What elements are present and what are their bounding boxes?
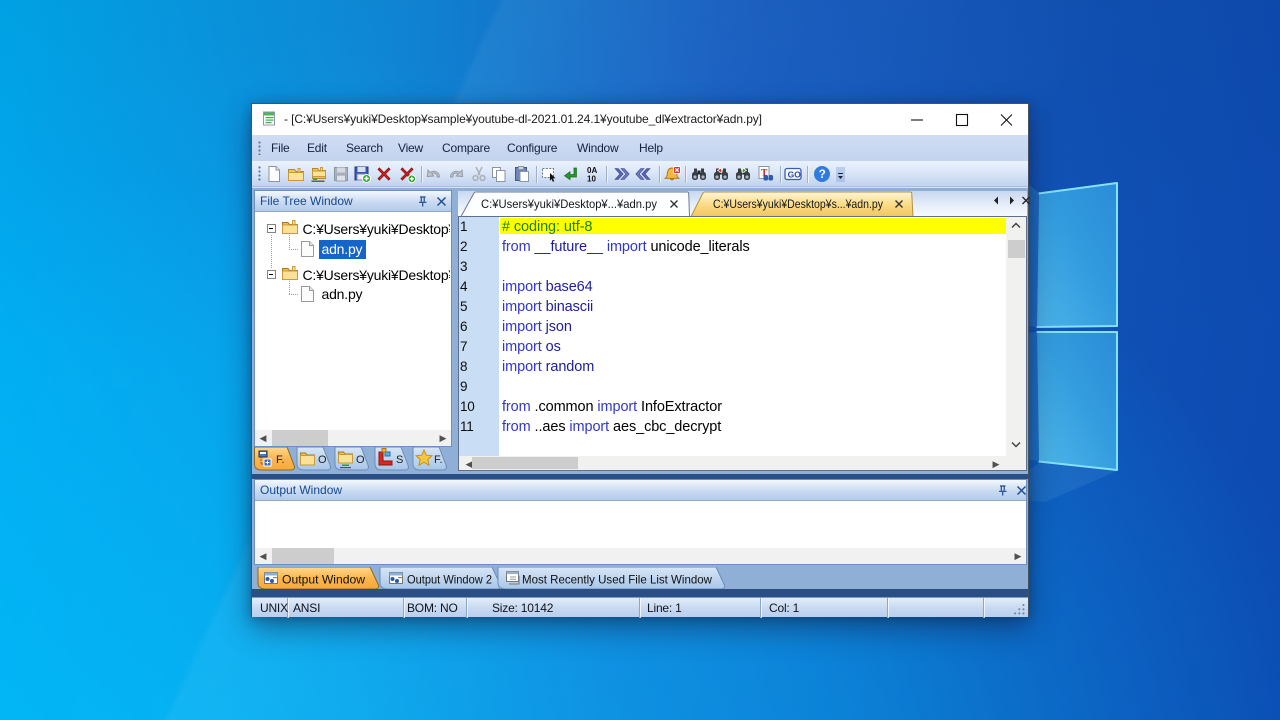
svg-text:?: ? [819, 169, 826, 181]
svg-text:Most Recently Used File List W: Most Recently Used File List Window [522, 573, 712, 587]
svg-text:10: 10 [587, 175, 596, 184]
svg-text:GO: GO [788, 169, 802, 179]
svg-text:C:¥Users¥yuki¥Desktop¥...¥adn.: C:¥Users¥yuki¥Desktop¥...¥adn.py [481, 197, 657, 211]
svg-text:Output Window 2: Output Window 2 [407, 573, 492, 587]
svg-text:F.: F. [434, 454, 443, 466]
svg-text:C:¥Users¥yuki¥Desktop¥s...¥adn: C:¥Users¥yuki¥Desktop¥s...¥adn.py [713, 197, 883, 211]
svg-text:S: S [396, 454, 403, 466]
svg-text:F.: F. [276, 454, 285, 466]
svg-text:Output Window: Output Window [282, 573, 365, 587]
svg-text:O: O [318, 454, 327, 466]
svg-text:O: O [356, 454, 365, 466]
